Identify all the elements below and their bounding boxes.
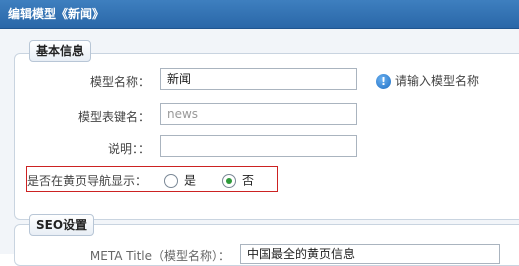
show-in-nav-label: 是否在黄页导航显示：	[26, 174, 147, 188]
model-name-tip-text: 请输入模型名称	[395, 74, 480, 88]
radio-yes[interactable]: 是	[164, 172, 196, 188]
radio-no-label: 否	[242, 173, 255, 188]
model-name-label: 模型名称：	[89, 75, 150, 89]
form-area: 基本信息 模型名称： 新闻 ! 请输入模型名称 模型表键名： news 说明：： …	[0, 29, 519, 266]
basic-info-legend: 基本信息	[29, 40, 92, 62]
radio-no-button[interactable]	[222, 173, 236, 188]
model-name-tip: ! 请输入模型名称	[376, 72, 479, 90]
info-icon: !	[376, 74, 391, 89]
meta-title-label: META Title（模型名称）：	[89, 249, 230, 263]
description-label: 说明：：	[107, 142, 150, 156]
description-input[interactable]	[160, 135, 357, 157]
seo-legend: SEO设置	[29, 214, 95, 236]
meta-title-input[interactable]: 中国最全的黄页信息	[240, 244, 500, 264]
model-table-input[interactable]: news	[160, 103, 357, 125]
window-title: 编辑模型《新闻》	[0, 0, 519, 29]
radio-no[interactable]: 否	[222, 172, 254, 188]
radio-yes-label: 是	[184, 173, 197, 188]
model-table-label: 模型表键名：	[77, 110, 150, 124]
model-name-input[interactable]: 新闻	[160, 68, 357, 90]
radio-yes-button[interactable]	[164, 173, 178, 188]
